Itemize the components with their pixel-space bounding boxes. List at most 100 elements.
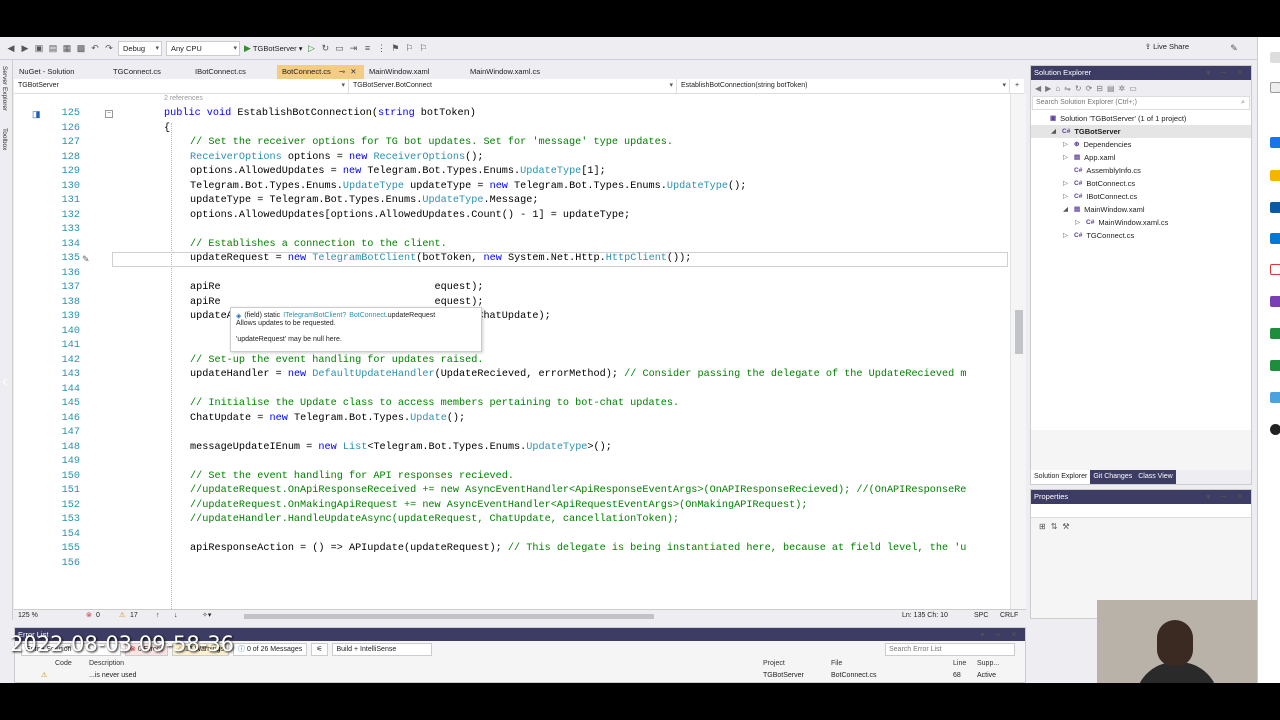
- code-line[interactable]: 145 // Initialise the Update class to acc…: [14, 397, 1010, 412]
- app-icon[interactable]: [1270, 360, 1280, 371]
- code-text[interactable]: updateHandler = new DefaultUpdateHandler…: [190, 368, 966, 383]
- store-icon[interactable]: [1270, 202, 1280, 213]
- scrollbar-thumb[interactable]: [1015, 310, 1023, 354]
- collapse-all-icon[interactable]: ⊟: [1096, 84, 1103, 93]
- new-project-icon[interactable]: ▣: [34, 43, 44, 53]
- panel-controls[interactable]: ▾ ⊸ ✕: [1206, 66, 1247, 80]
- expand-icon[interactable]: ▷: [1063, 190, 1070, 203]
- quick-actions-icon[interactable]: ✎: [82, 254, 90, 265]
- back-icon[interactable]: ◀: [6, 43, 16, 53]
- tab-botconnect[interactable]: BotConnect.cs ⊸ ✕: [277, 65, 364, 79]
- code-line[interactable]: 144: [14, 383, 1010, 398]
- col-file[interactable]: File: [831, 658, 842, 669]
- code-line[interactable]: 137 apiRe equest);: [14, 281, 1010, 296]
- cleanup-icon[interactable]: ✧▾: [202, 610, 211, 622]
- code-line[interactable]: 130 Telegram.Bot.Types.Enums.UpdateType u…: [14, 180, 1010, 195]
- tree-item[interactable]: ▷ C# MainWindow.xaml.cs: [1075, 216, 1168, 229]
- platform-select[interactable]: Any CPU: [166, 40, 240, 56]
- col-suppression[interactable]: Supp...: [977, 658, 999, 669]
- pin-icon[interactable]: ⊸: [339, 67, 345, 76]
- categorized-icon[interactable]: ⊞: [1039, 522, 1046, 531]
- server-explorer-tab[interactable]: Server Explorer: [1, 66, 8, 111]
- code-line[interactable]: 125 public void EstablishBotConnection(st…: [14, 107, 1010, 122]
- refresh-icon[interactable]: ⟳: [1086, 84, 1093, 93]
- code-text[interactable]: options.AllowedUpdates[options.AllowedUp…: [190, 209, 630, 224]
- configuration-select[interactable]: Debug: [118, 40, 162, 56]
- expand-icon[interactable]: ▷: [1063, 229, 1070, 242]
- horizontal-scrollbar[interactable]: [244, 614, 654, 619]
- open-icon[interactable]: ▤: [48, 43, 58, 53]
- build-select[interactable]: Build + IntelliSense: [331, 643, 432, 656]
- forward-icon[interactable]: ▶: [20, 43, 30, 53]
- search-icon[interactable]: [1270, 52, 1280, 63]
- wrench-icon[interactable]: ⚒: [1062, 522, 1069, 531]
- code-text[interactable]: ChatUpdate = new Telegram.Bot.Types.Upda…: [190, 412, 465, 427]
- comment-icon[interactable]: ⋮: [376, 43, 386, 53]
- edge-icon[interactable]: [1270, 137, 1280, 148]
- member-dropdown[interactable]: EstablishBotConnection(string botToken): [677, 79, 1010, 93]
- code-line[interactable]: 155 apiResponseAction = () => APIupdate(u…: [14, 542, 1010, 557]
- code-text[interactable]: updateType = Telegram.Bot.Types.Enums.Up…: [190, 194, 539, 209]
- code-line[interactable]: 147: [14, 426, 1010, 441]
- col-code[interactable]: Code: [55, 658, 72, 669]
- tab-mainwindow-xaml[interactable]: MainWindow.xaml: [364, 65, 465, 79]
- expand-icon[interactable]: ▷: [1063, 151, 1070, 164]
- switch-views-icon[interactable]: ⇋: [1064, 84, 1071, 93]
- format-icon[interactable]: ≡: [362, 43, 372, 53]
- code-text[interactable]: //updateRequest.OnApiResponseReceived +=…: [190, 484, 966, 499]
- code-text[interactable]: //updateHandler.HandleUpdateAsync(update…: [190, 513, 679, 528]
- error-search-input[interactable]: Search Error List: [885, 643, 1015, 656]
- messages-filter[interactable]: ⓘ 0 of 26 Messages: [233, 643, 308, 656]
- undo-icon[interactable]: ↶: [90, 43, 100, 53]
- codelens-references[interactable]: 2 references: [164, 95, 203, 102]
- zoom-level[interactable]: 125 %: [18, 610, 38, 622]
- panel-controls[interactable]: ▾ ⊸ ✕: [1206, 490, 1247, 504]
- code-line[interactable]: 149: [14, 455, 1010, 470]
- cloud-icon[interactable]: [1270, 392, 1280, 403]
- col-project[interactable]: Project: [763, 658, 785, 669]
- tree-item[interactable]: ◢ C# TGBotServer: [1031, 125, 1251, 138]
- tab-ibotconnect[interactable]: IBotConnect.cs: [190, 65, 277, 79]
- panel-controls[interactable]: ▾ ⊸ ✕: [980, 628, 1021, 641]
- app-icon[interactable]: [1270, 264, 1280, 275]
- code-text[interactable]: messageUpdateIEnum = new List<Telegram.B…: [190, 441, 612, 456]
- app-icon[interactable]: [1270, 82, 1280, 93]
- alphabetical-icon[interactable]: ⇅: [1051, 522, 1058, 531]
- back-icon[interactable]: ◀: [1035, 84, 1041, 93]
- tree-item[interactable]: ▷ ▤ App.xaml: [1063, 151, 1115, 164]
- code-line[interactable]: 129 options.AllowedUpdates = new Telegram…: [14, 165, 1010, 180]
- toolbox-tab[interactable]: Toolbox: [1, 128, 8, 150]
- tree-item[interactable]: C# AssemblyInfo.cs: [1063, 164, 1141, 177]
- start-debug-button[interactable]: ▶ TGBotServer ▾: [244, 43, 302, 54]
- project-dropdown[interactable]: TGBotServer: [14, 79, 349, 93]
- close-icon[interactable]: ✕: [350, 67, 356, 76]
- browser-link-icon[interactable]: ▭: [334, 43, 344, 53]
- code-text[interactable]: // Set the receiver options for TG bot u…: [190, 136, 673, 151]
- start-without-debug-icon[interactable]: ▷: [306, 43, 316, 53]
- code-line[interactable]: 156: [14, 557, 1010, 572]
- tree-item[interactable]: ▣ Solution 'TGBotServer' (1 of 1 project): [1039, 112, 1186, 125]
- code-text[interactable]: public void EstablishBotConnection(strin…: [164, 107, 476, 122]
- code-line[interactable]: 151 //updateRequest.OnApiResponseReceived…: [14, 484, 1010, 499]
- code-text[interactable]: //updateRequest.OnMakingApiRequest += ne…: [190, 499, 807, 514]
- col-line[interactable]: Line: [953, 658, 966, 669]
- settings-icon[interactable]: ✲: [1119, 84, 1126, 93]
- feedback-icon[interactable]: ✎: [1229, 43, 1239, 53]
- line-ending[interactable]: CRLF: [1000, 610, 1018, 622]
- live-share-button[interactable]: ⇪ Live Share: [1145, 42, 1189, 51]
- object-select[interactable]: [1031, 504, 1251, 518]
- code-line[interactable]: 150 // Set the event handling for API res…: [14, 470, 1010, 485]
- preview-icon[interactable]: ▭: [1129, 84, 1137, 93]
- tree-item[interactable]: ▷ C# BotConnect.cs: [1063, 177, 1135, 190]
- expand-icon[interactable]: ▷: [1063, 138, 1070, 151]
- expand-icon[interactable]: [1063, 164, 1070, 177]
- tree-item[interactable]: ◢ ▤ MainWindow.xaml: [1063, 203, 1145, 216]
- code-text[interactable]: // Set-up the event handling for updates…: [190, 354, 483, 369]
- hot-reload-icon[interactable]: ↻: [320, 43, 330, 53]
- folder-icon[interactable]: [1270, 170, 1280, 181]
- code-line[interactable]: 146 ChatUpdate = new Telegram.Bot.Types.U…: [14, 412, 1010, 427]
- redo-icon[interactable]: ↷: [104, 43, 114, 53]
- code-line[interactable]: 126 {: [14, 122, 1010, 137]
- tab-tgconnect[interactable]: TGConnect.cs: [108, 65, 190, 79]
- solution-search-input[interactable]: Search Solution Explorer (Ctrl+;) ⌕: [1032, 96, 1250, 110]
